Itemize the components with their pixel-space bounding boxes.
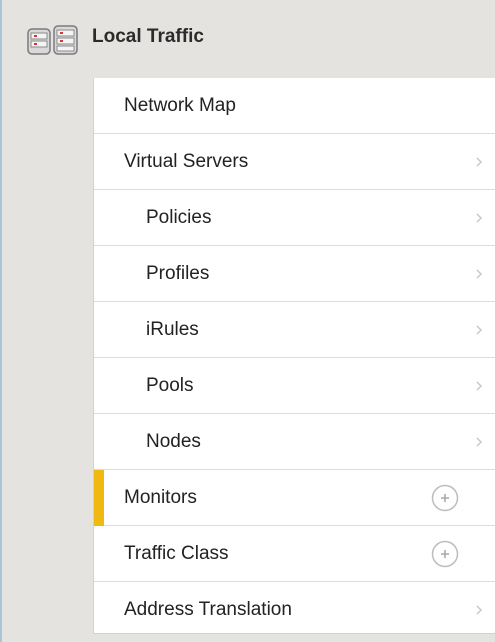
menu-item-label: Profiles [146,263,210,284]
chevron-right-icon [476,213,482,223]
section-header[interactable]: Local Traffic [2,0,495,78]
menu-item-label: Traffic Class [124,543,229,564]
menu-item-virtual-servers[interactable]: Virtual Servers [94,134,495,190]
local-traffic-panel: Local Traffic Network Map Virtual Server… [0,0,495,642]
section-title: Local Traffic [92,26,204,47]
menu-item-profiles[interactable]: Profiles [94,246,495,302]
chevron-right-icon [476,157,482,167]
menu-item-address-translation[interactable]: Address Translation [94,582,495,638]
menu-item-monitors[interactable]: Monitors [94,470,495,526]
menu-item-policies[interactable]: Policies [94,190,495,246]
chevron-right-icon [476,605,482,615]
menu-item-pools[interactable]: Pools [94,358,495,414]
chevron-right-icon [476,325,482,335]
menu-item-label: Monitors [124,487,197,508]
menu-item-label: iRules [146,319,199,340]
menu-item-irules[interactable]: iRules [94,302,495,358]
servers-icon [27,25,78,55]
chevron-right-icon [476,269,482,279]
menu-item-label: Address Translation [124,599,292,620]
chevron-right-icon [476,437,482,447]
menu-item-label: Nodes [146,431,201,452]
add-circle-icon[interactable] [429,482,461,514]
menu-item-nodes[interactable]: Nodes [94,414,495,470]
menu-item-label: Policies [146,207,212,228]
menu-item-label: Pools [146,375,194,396]
add-circle-icon[interactable] [429,538,461,570]
menu-item-traffic-class[interactable]: Traffic Class [94,526,495,582]
menu-item-label: Virtual Servers [124,151,249,172]
chevron-right-icon [476,381,482,391]
menu-item-network-map[interactable]: Network Map [94,78,495,134]
selected-indicator [94,470,104,526]
menu-item-label: Network Map [124,95,236,116]
submenu-list: Network Map Virtual Servers Policies Pro… [93,78,495,634]
